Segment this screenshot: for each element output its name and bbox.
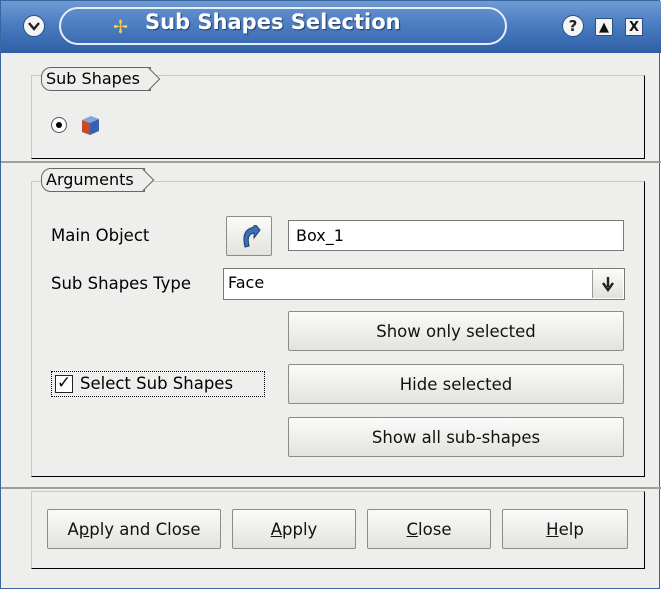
close-icon[interactable]: X bbox=[625, 18, 643, 36]
close-button[interactable]: Close bbox=[367, 509, 491, 549]
cube-icon bbox=[82, 116, 99, 135]
show-only-selected-button[interactable]: Show only selected bbox=[288, 311, 624, 351]
show-all-sub-shapes-button[interactable]: Show all sub-shapes bbox=[288, 417, 624, 457]
apply-and-close-mnemonic: p bbox=[78, 519, 90, 539]
separator bbox=[1, 487, 661, 489]
separator bbox=[1, 161, 661, 163]
maximize-icon[interactable]: ▲ bbox=[595, 18, 613, 36]
main-object-label: Main Object bbox=[51, 226, 150, 245]
window-title: Sub Shapes Selection bbox=[145, 10, 401, 34]
help-post: elp bbox=[558, 519, 584, 539]
arguments-group-label: Arguments bbox=[41, 168, 145, 192]
arrow-down-icon[interactable] bbox=[592, 270, 623, 298]
sub-shapes-type-value: Face bbox=[228, 273, 265, 292]
select-sub-shapes-checkbox[interactable]: ✓ bbox=[55, 375, 73, 393]
apply-mnemonic: A bbox=[270, 519, 282, 539]
select-sub-shapes-label[interactable]: Select Sub Shapes bbox=[80, 374, 233, 393]
apply-and-close-button[interactable]: Ap ply and Close bbox=[47, 509, 221, 549]
main-object-input[interactable]: Box_1 bbox=[288, 220, 624, 251]
radio-dot bbox=[56, 122, 62, 128]
hide-selected-button[interactable]: Hide selected bbox=[288, 364, 624, 404]
apply-button[interactable]: Apply bbox=[232, 509, 356, 549]
sub-shapes-radio[interactable] bbox=[51, 117, 67, 133]
sub-shapes-type-label: Sub Shapes Type bbox=[51, 274, 192, 293]
help-button[interactable]: Help bbox=[502, 509, 628, 549]
selection-arrow-icon bbox=[243, 225, 261, 248]
select-main-object-button[interactable] bbox=[226, 216, 272, 256]
dialog-window: ✢ Sub Shapes Selection ? ▲ X Sub Shapes … bbox=[0, 0, 661, 589]
title-bar[interactable]: ✢ Sub Shapes Selection ? ▲ X bbox=[1, 1, 661, 53]
help-mnemonic: H bbox=[546, 519, 559, 539]
close-mnemonic: C bbox=[406, 519, 419, 539]
sub-shapes-group-label: Sub Shapes bbox=[41, 67, 151, 91]
apply-and-close-pre: A bbox=[67, 519, 79, 539]
chevron-down-icon[interactable] bbox=[23, 15, 45, 37]
sub-shapes-type-select[interactable]: Face bbox=[223, 268, 625, 300]
salome-logo-icon: ✢ bbox=[113, 17, 129, 38]
help-icon[interactable]: ? bbox=[562, 15, 584, 37]
close-post: lose bbox=[418, 519, 452, 539]
apply-and-close-post: ply and Close bbox=[89, 519, 201, 539]
apply-post: pply bbox=[282, 519, 318, 539]
